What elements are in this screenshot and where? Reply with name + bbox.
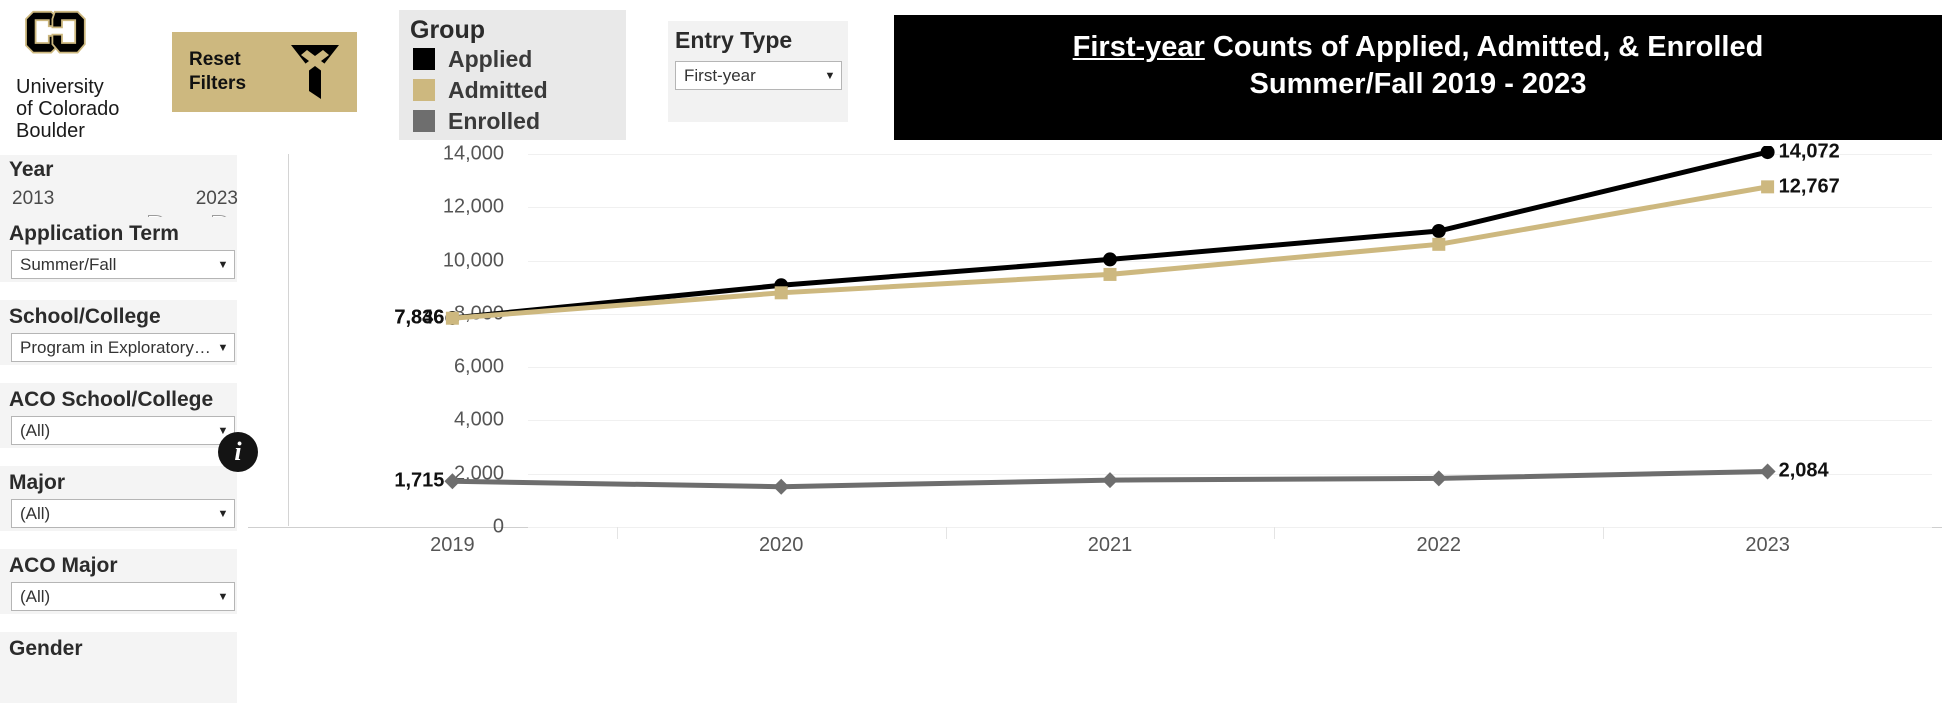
aco-school-college-value: (All)	[20, 420, 51, 440]
dashboard-title-rest: Counts of Applied, Admitted, & Enrolled	[1204, 31, 1764, 63]
dashboard-subtitle: Summer/Fall 2019 - 2023	[1249, 68, 1587, 100]
data-point-enrolled[interactable]	[1759, 463, 1776, 480]
chevron-down-icon: ▼	[217, 258, 229, 271]
data-point-enrolled[interactable]	[1430, 470, 1447, 487]
year-min-value: 2013	[12, 188, 55, 209]
entry-type-filter: Entry Type First-year ▼	[668, 21, 848, 122]
info-icon[interactable]: i	[218, 432, 258, 472]
entry-type-select[interactable]: First-year ▼	[675, 61, 842, 90]
application-term-filter: Application Term Summer/Fall ▼	[0, 217, 237, 282]
school-college-value: Program in Exploratory…	[20, 337, 211, 357]
data-point-enrolled[interactable]	[444, 473, 461, 490]
data-point-admitted[interactable]	[1761, 180, 1775, 194]
brand-line-2: of Colorado	[16, 98, 120, 120]
chevron-down-icon: ▼	[217, 341, 229, 354]
data-point-admitted[interactable]	[445, 311, 459, 325]
brand-name: University of Colorado Boulder	[16, 76, 119, 142]
chevron-down-icon: ▼	[824, 69, 836, 82]
data-label-applied-last: 14,072	[1778, 140, 1840, 163]
gender-filter: Gender	[0, 632, 237, 703]
reset-filters-button[interactable]: Reset Filters	[172, 32, 357, 112]
major-filter: Major (All) ▼	[0, 466, 237, 531]
aco-major-value: (All)	[20, 586, 51, 606]
legend-label-admitted: Admitted	[448, 76, 548, 103]
legend-swatch-applied	[413, 48, 435, 70]
data-point-admitted[interactable]	[1103, 267, 1117, 281]
cu-boulder-logo-icon	[25, 10, 86, 54]
data-point-enrolled[interactable]	[773, 478, 790, 495]
brand-line-1: University	[16, 76, 104, 98]
legend-label-enrolled: Enrolled	[448, 107, 541, 134]
dashboard-title-banner: First-year Counts of Applied, Admitted, …	[894, 15, 1942, 140]
school-college-label: School/College	[9, 305, 161, 328]
data-label-enrolled-first: 1,715	[394, 469, 445, 492]
year-max-value: 2023	[195, 188, 238, 209]
legend-item-enrolled[interactable]: Enrolled	[413, 106, 540, 136]
aco-major-label: ACO Major	[9, 554, 118, 577]
entry-type-label: Entry Type	[675, 27, 793, 53]
aco-school-college-label: ACO School/College	[9, 388, 214, 411]
entry-type-value: First-year	[684, 65, 756, 85]
legend-swatch-enrolled	[413, 110, 435, 132]
line-chart: 0 2,000 4,000 6,000 8,000 10,000 12,000 14,000 …	[248, 141, 1942, 703]
legend-item-admitted[interactable]: Admitted	[413, 75, 548, 105]
legend-item-applied[interactable]: Applied	[413, 44, 532, 74]
legend-swatch-admitted	[413, 79, 435, 101]
chevron-down-icon: ▼	[217, 590, 229, 603]
series-line-applied	[452, 149, 1769, 321]
reset-filters-label: Reset Filters	[189, 48, 246, 96]
chevron-down-icon: ▼	[217, 507, 229, 520]
application-term-select[interactable]: Summer/Fall ▼	[11, 250, 235, 279]
data-point-applied[interactable]	[1760, 146, 1775, 160]
dashboard-title-line1: First-year Counts of Applied, Admitted, …	[1073, 29, 1764, 66]
application-term-value: Summer/Fall	[20, 254, 117, 274]
reset-filters-label-line2: Filters	[189, 73, 247, 94]
school-college-select[interactable]: Program in Exploratory… ▼	[11, 333, 235, 362]
year-filter-label: Year	[9, 158, 54, 181]
dashboard-title: First-year Counts of Applied, Admitted, …	[1073, 29, 1764, 103]
chart-series-layer	[444, 146, 1776, 495]
aco-major-filter: ACO Major (All) ▼	[0, 549, 237, 614]
major-value: (All)	[20, 503, 51, 523]
brand-line-3: Boulder	[16, 120, 85, 142]
aco-school-college-select[interactable]: (All) ▼	[11, 416, 235, 445]
major-label: Major	[9, 471, 66, 494]
top-toolbar: University of Colorado Boulder Reset Fil…	[0, 0, 1942, 146]
aco-school-college-filter: ACO School/College (All) ▼	[0, 383, 237, 448]
data-point-applied[interactable]	[1431, 223, 1446, 238]
aco-major-select[interactable]: (All) ▼	[11, 582, 235, 611]
application-term-label: Application Term	[9, 222, 179, 245]
school-college-filter: School/College Program in Exploratory… ▼	[0, 300, 237, 365]
gender-label: Gender	[9, 637, 83, 660]
legend-label-applied: Applied	[448, 45, 533, 72]
reset-filters-label-line1: Reset	[189, 49, 241, 70]
brand-logo: University of Colorado Boulder	[8, 6, 168, 142]
data-label-enrolled-last: 2,084	[1778, 459, 1829, 482]
group-legend: Group Applied Admitted Enrolled	[399, 10, 626, 140]
filter-clear-icon	[289, 41, 341, 103]
major-select[interactable]: (All) ▼	[11, 499, 235, 528]
data-point-enrolled[interactable]	[1102, 472, 1118, 489]
group-legend-title: Group	[410, 16, 485, 44]
filters-sidebar: Year 2013 2023 Application Term Summer/F…	[0, 155, 248, 703]
data-point-applied[interactable]	[1103, 252, 1117, 267]
data-label-admitted-first: 7,836	[394, 306, 445, 329]
data-label-admitted-last: 12,767	[1778, 175, 1840, 198]
dashboard-title-emphasis: First-year	[1072, 31, 1205, 63]
data-point-admitted[interactable]	[1432, 237, 1446, 251]
data-point-admitted[interactable]	[774, 286, 788, 300]
